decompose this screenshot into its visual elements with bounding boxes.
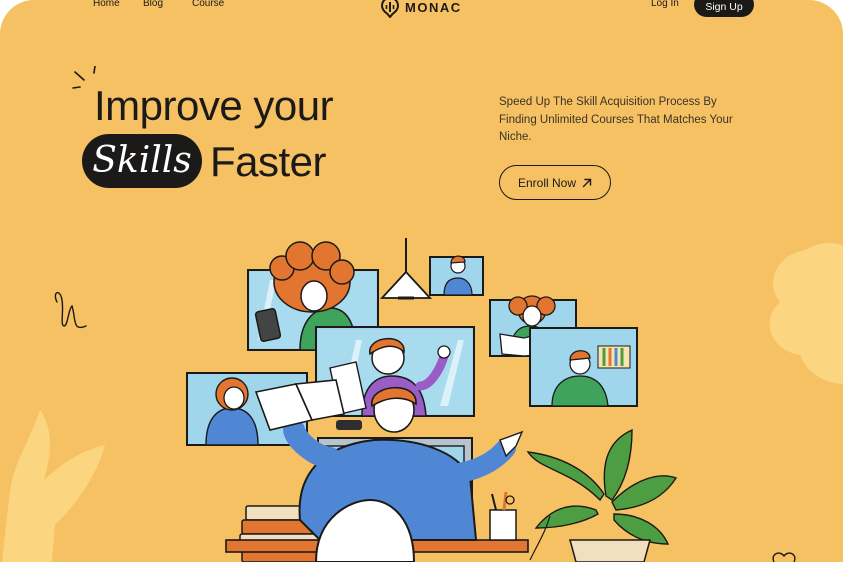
video-tile-man-small xyxy=(429,255,484,296)
online-learning-illustration xyxy=(54,238,796,562)
squiggle-doodle-icon xyxy=(54,292,87,329)
hanging-lamp xyxy=(379,238,433,300)
potted-plant xyxy=(526,428,678,562)
pencil-cup xyxy=(489,491,517,541)
video-tile-man-bookshelf xyxy=(529,327,638,407)
hero-section: Home Blog Course MONAC Log In Sign Up Im… xyxy=(0,0,843,562)
heart-doodle-icon xyxy=(772,552,796,562)
